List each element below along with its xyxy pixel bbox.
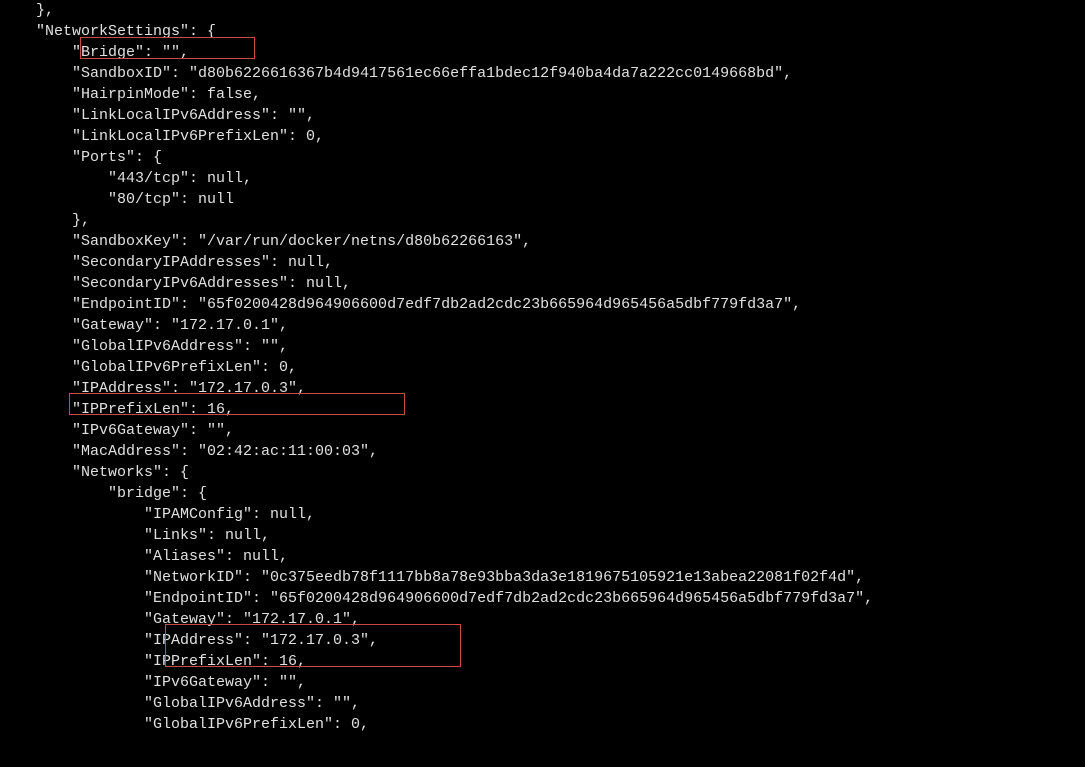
code-line: "IPAddress": "172.17.0.3",: [0, 378, 1085, 399]
code-line: "LinkLocalIPv6PrefixLen": 0,: [0, 126, 1085, 147]
code-line: "HairpinMode": false,: [0, 84, 1085, 105]
code-line: "IPPrefixLen": 16,: [0, 399, 1085, 420]
code-line: "GlobalIPv6PrefixLen": 0,: [0, 357, 1085, 378]
code-line: "80/tcp": null: [0, 189, 1085, 210]
code-line: "Gateway": "172.17.0.1",: [0, 315, 1085, 336]
code-line: "EndpointID": "65f0200428d964906600d7edf…: [0, 294, 1085, 315]
terminal-output: }, "NetworkSettings": { "Bridge": "", "S…: [0, 0, 1085, 735]
code-line: "NetworkID": "0c375eedb78f1117bb8a78e93b…: [0, 567, 1085, 588]
code-line: "GlobalIPv6PrefixLen": 0,: [0, 714, 1085, 735]
code-line: "Links": null,: [0, 525, 1085, 546]
code-line: },: [0, 210, 1085, 231]
code-line: "Ports": {: [0, 147, 1085, 168]
code-line: "LinkLocalIPv6Address": "",: [0, 105, 1085, 126]
code-line: },: [0, 0, 1085, 21]
code-line: "IPAMConfig": null,: [0, 504, 1085, 525]
code-line: "Bridge": "",: [0, 42, 1085, 63]
code-line: "SecondaryIPAddresses": null,: [0, 252, 1085, 273]
code-line: "MacAddress": "02:42:ac:11:00:03",: [0, 441, 1085, 462]
code-line: "EndpointID": "65f0200428d964906600d7edf…: [0, 588, 1085, 609]
code-line: "IPPrefixLen": 16,: [0, 651, 1085, 672]
code-line: "bridge": {: [0, 483, 1085, 504]
code-line: "NetworkSettings": {: [0, 21, 1085, 42]
code-line: "SandboxID": "d80b6226616367b4d9417561ec…: [0, 63, 1085, 84]
code-line: "Aliases": null,: [0, 546, 1085, 567]
code-line: "Networks": {: [0, 462, 1085, 483]
code-line: "GlobalIPv6Address": "",: [0, 693, 1085, 714]
code-line: "443/tcp": null,: [0, 168, 1085, 189]
code-line: "Gateway": "172.17.0.1",: [0, 609, 1085, 630]
code-line: "SandboxKey": "/var/run/docker/netns/d80…: [0, 231, 1085, 252]
code-line: "IPv6Gateway": "",: [0, 672, 1085, 693]
code-line: "IPv6Gateway": "",: [0, 420, 1085, 441]
code-line: "SecondaryIPv6Addresses": null,: [0, 273, 1085, 294]
code-line: "GlobalIPv6Address": "",: [0, 336, 1085, 357]
code-line: "IPAddress": "172.17.0.3",: [0, 630, 1085, 651]
